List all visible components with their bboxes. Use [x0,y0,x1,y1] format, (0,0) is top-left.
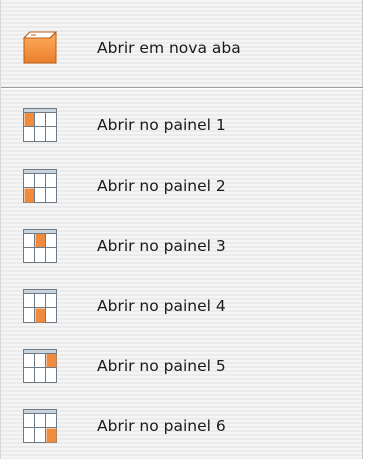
menu-item-label: Abrir no painel 6 [97,417,226,435]
menu-item-open-panel-2[interactable]: Abrir no painel 2 [1,158,363,214]
menu-item-open-panel-4[interactable]: Abrir no painel 4 [1,278,363,334]
menu-item-label: Abrir no painel 2 [97,177,226,195]
panel-6-icon [22,408,58,444]
menu-item-label: Abrir no painel 1 [97,116,226,134]
panel-1-icon [22,107,58,143]
menu-item-open-panel-1[interactable]: Abrir no painel 1 [1,97,363,153]
menu-item-open-panel-5[interactable]: Abrir no painel 5 [1,338,363,394]
new-tab-icon [22,30,58,66]
menu-item-label: Abrir no painel 4 [97,297,226,315]
menu-item-open-panel-3[interactable]: Abrir no painel 3 [1,218,363,274]
panel-3-icon [22,228,58,264]
menu-item-label: Abrir no painel 3 [97,237,226,255]
menu-item-open-new-tab[interactable]: Abrir em nova aba [1,20,363,76]
panel-2-icon [22,168,58,204]
menu-item-label: Abrir em nova aba [97,39,241,57]
menu-item-open-panel-6[interactable]: Abrir no painel 6 [1,398,363,454]
panel-5-icon [22,348,58,384]
menu-item-label: Abrir no painel 5 [97,357,226,375]
menu-separator [1,87,363,89]
panel-4-icon [22,288,58,324]
context-menu: Abrir em nova aba Abrir no painel 1 Abri… [0,0,363,459]
